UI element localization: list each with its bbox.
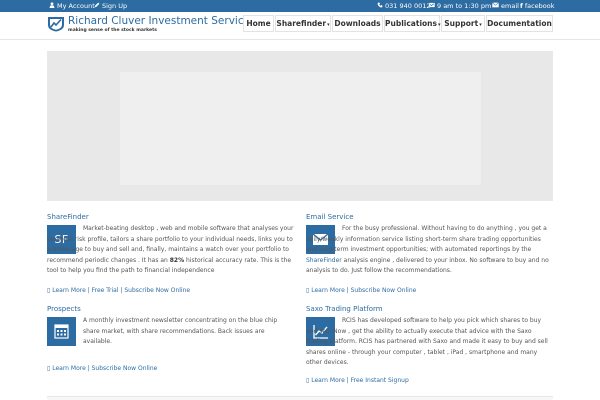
my-account-label: My Account — [57, 2, 95, 10]
phone-icon — [377, 2, 383, 10]
nav-home-label: Home — [246, 19, 271, 28]
site-header: Richard Cluver Investment Services makin… — [0, 12, 600, 40]
main-nav: Home Sharefinder▾ Downloads Publications… — [0, 15, 600, 32]
sharefinder-subscribe-link[interactable]: Subscribe Now Online — [124, 287, 190, 294]
calendar-icon — [54, 324, 69, 339]
user-icon — [49, 2, 55, 10]
chevron-down-icon: ▾ — [327, 22, 330, 28]
nav-downloads-label: Downloads — [334, 19, 381, 28]
chevron-down-icon: ▾ — [479, 22, 482, 28]
sharefinder-description: Market-beating desktop , web and mobile … — [47, 224, 295, 277]
top-bar: My Account Sign Up 031 940 0012 9 am to … — [0, 0, 600, 12]
sharefinder-learn-more-link[interactable]: Learn More — [52, 287, 86, 294]
email-service-subscribe-link[interactable]: Subscribe Now Online — [351, 287, 417, 294]
nav-support-label: Support — [444, 19, 479, 28]
my-account-link[interactable]: My Account — [49, 2, 95, 10]
saxo-links: ▯ Learn More | Free Instant Signup — [306, 377, 409, 384]
sharefinder-accuracy: 82% — [169, 256, 185, 264]
prospects-title: Prospects — [47, 305, 81, 313]
phone-number: 031 940 0012 — [385, 2, 431, 10]
nav-sharefinder-label: Sharefinder — [276, 19, 327, 28]
nav-support[interactable]: Support▾ — [441, 15, 485, 32]
email-label: email — [501, 2, 519, 10]
email-service-text-after: analysis engine , delivered to your inbo… — [306, 256, 549, 275]
business-hours: 9 am to 1:30 pm — [437, 2, 492, 10]
prospects-learn-more-link[interactable]: Learn More — [52, 365, 86, 372]
email-service-text-before: For the busy professional. Without havin… — [306, 225, 547, 254]
nav-publications[interactable]: Publications▾ — [384, 15, 440, 32]
nav-sharefinder[interactable]: Sharefinder▾ — [275, 15, 331, 32]
prospects-tile — [47, 317, 76, 346]
sharefinder-free-trial-link[interactable]: Free Trial — [92, 287, 119, 294]
nav-documentation-label: Documentation — [487, 19, 552, 28]
nav-downloads[interactable]: Downloads — [332, 15, 383, 32]
prospects-subscribe-link[interactable]: Subscribe Now Online — [92, 365, 158, 372]
nav-documentation[interactable]: Documentation — [486, 15, 553, 32]
email-service-links: ▯ Learn More | Subscribe Now Online — [306, 287, 417, 294]
prospects-description: A monthly investment newsletter concentr… — [83, 317, 278, 346]
footer-divider — [47, 396, 553, 400]
facebook-label: facebook — [524, 2, 555, 10]
envelope-icon — [492, 2, 499, 10]
pencil-icon — [94, 2, 100, 10]
hours-info: 9 am to 1:30 pm — [429, 2, 491, 10]
nav-publications-label: Publications — [385, 19, 437, 28]
clock-icon — [429, 2, 435, 10]
phone-info: 031 940 0012 — [377, 2, 431, 10]
prospects-links: ▯ Learn More | Subscribe Now Online — [47, 365, 158, 372]
sign-up-link[interactable]: Sign Up — [94, 2, 127, 10]
email-service-learn-more-link[interactable]: Learn More — [311, 287, 345, 294]
facebook-icon: f — [520, 2, 523, 10]
facebook-link[interactable]: f facebook — [520, 2, 555, 10]
slider-image-placeholder — [120, 72, 481, 185]
email-service-title: Email Service — [306, 213, 354, 221]
saxo-learn-more-link[interactable]: Learn More — [311, 377, 345, 384]
nav-home[interactable]: Home — [243, 15, 274, 32]
saxo-description: RCIS has developed software to help you … — [306, 317, 548, 367]
sign-up-label: Sign Up — [102, 2, 128, 10]
email-link[interactable]: email — [492, 2, 519, 10]
saxo-title: Saxo Trading Platform — [306, 305, 383, 313]
email-service-description: For the busy professional. Without havin… — [306, 224, 554, 277]
hero-slider[interactable] — [47, 51, 553, 201]
sharefinder-links: ▯ Learn More | Free Trial | Subscribe No… — [47, 287, 191, 294]
sharefinder-inline-link[interactable]: ShareFinder — [306, 257, 342, 264]
sharefinder-title: ShareFinder — [47, 213, 89, 221]
saxo-signup-link[interactable]: Free Instant Signup — [351, 377, 409, 384]
